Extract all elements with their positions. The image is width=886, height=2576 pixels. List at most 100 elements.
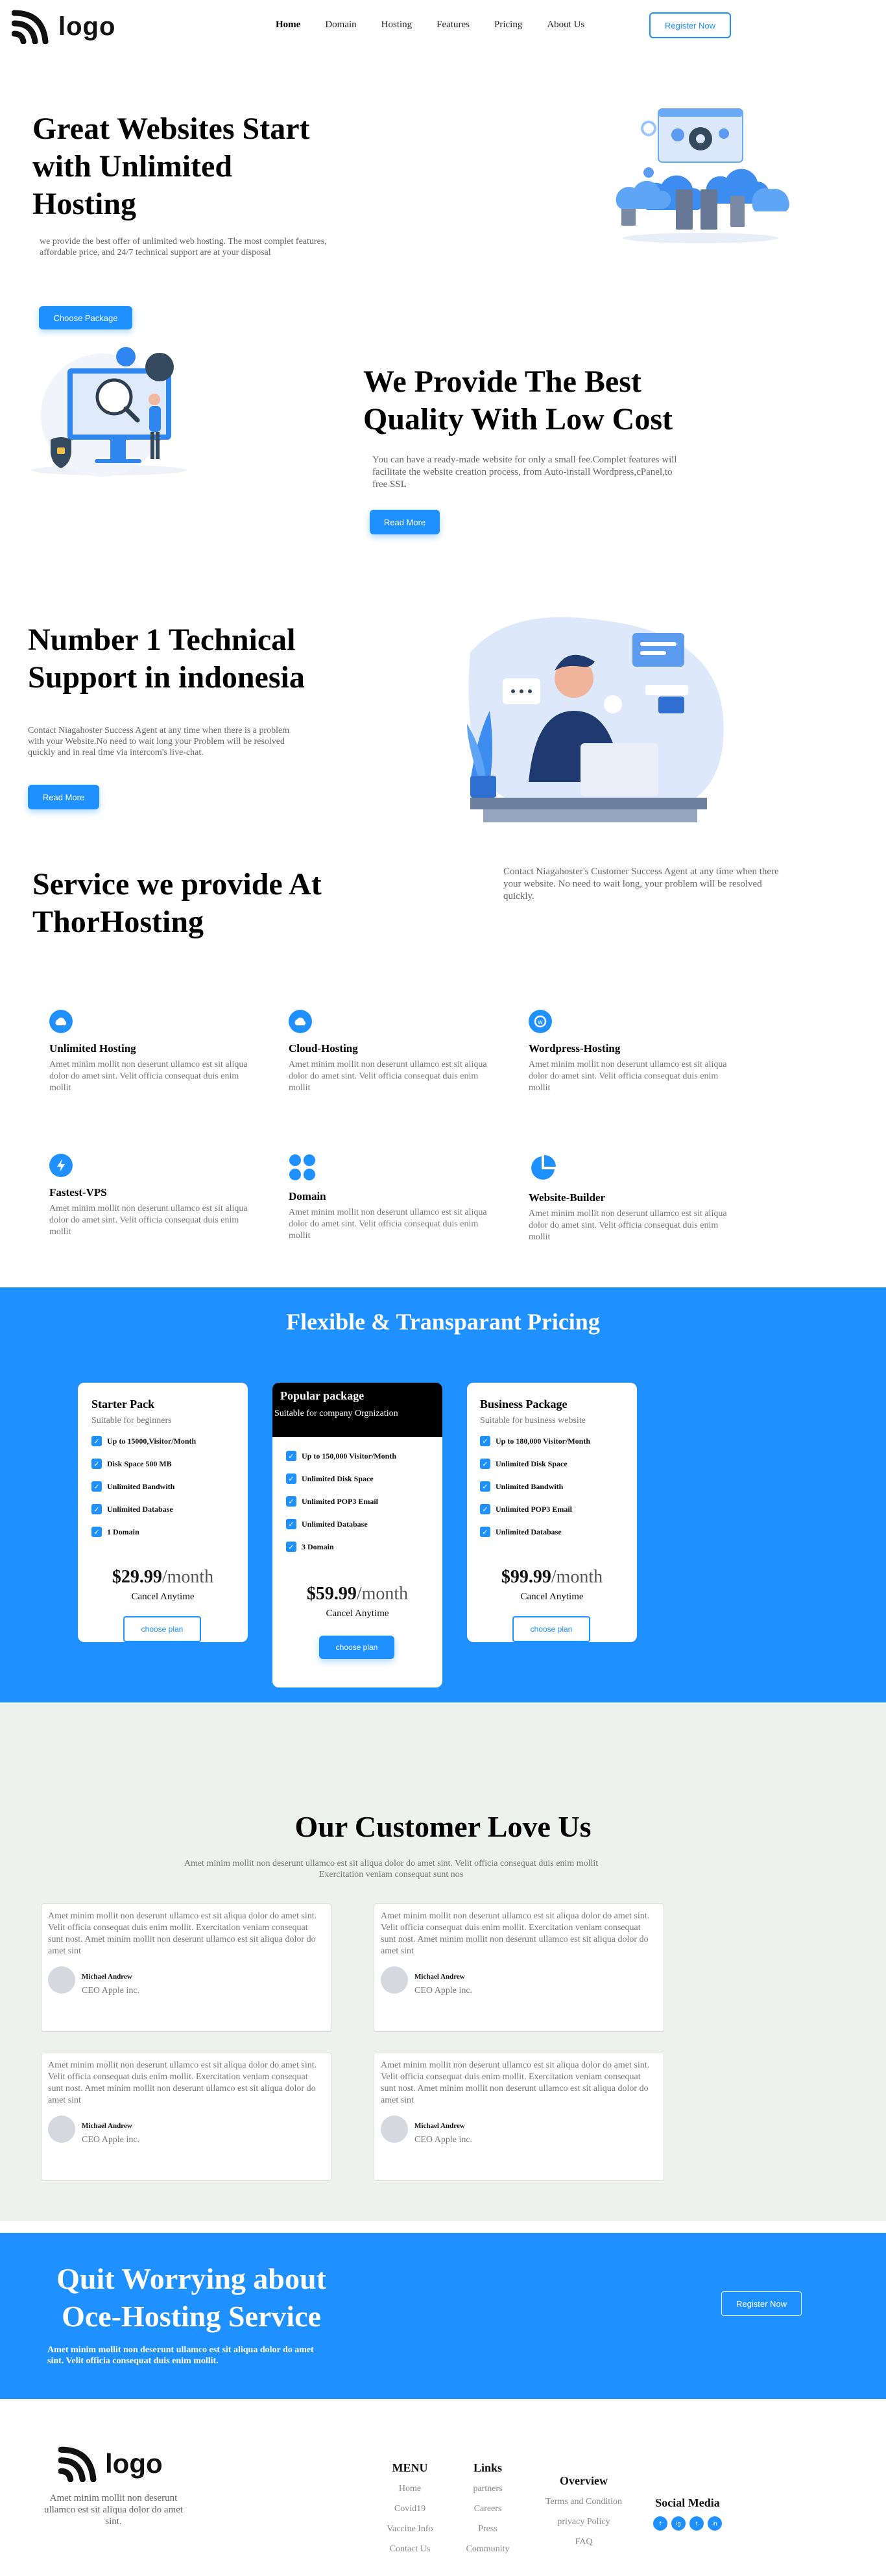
testimonial-name: Michael Andrew <box>414 2122 465 2130</box>
testimonials-title: Our Customer Love Us <box>294 1810 592 1843</box>
service-name: Cloud-Hosting <box>289 1042 358 1055</box>
lightning-icon <box>49 1154 73 1177</box>
testimonial-text: Amet minim mollit non deserunt ullamco e… <box>48 2060 317 2105</box>
hero-description: we provide the best offer of unlimited w… <box>40 237 327 257</box>
choose-plan-button[interactable]: choose plan <box>512 1616 590 1642</box>
quality-read-more-button[interactable]: Read More <box>370 510 440 534</box>
service-text: Amet minim mollit non deserunt ullamco e… <box>289 1208 487 1241</box>
footer-link[interactable]: Covid19 <box>384 2504 436 2514</box>
plan-card-popular: Popular package Suitable for company Org… <box>272 1383 442 1688</box>
checkbox-icon: ✓ <box>480 1481 490 1492</box>
feature-item: ✓ 1 Domain <box>91 1527 196 1537</box>
instagram-icon[interactable]: ig <box>671 2516 686 2531</box>
footer-link[interactable]: Terms and Condition <box>532 2497 636 2507</box>
nav-link-hosting[interactable]: Hosting <box>381 19 413 30</box>
testimonial-card: Amet minim mollit non deserunt ullamco e… <box>374 1903 664 2032</box>
feature-item: ✓ Unlimited Disk Space <box>480 1459 590 1469</box>
testimonial-card: Amet minim mollit non deserunt ullamco e… <box>41 1903 331 2032</box>
footer-link[interactable]: Careers <box>455 2504 520 2514</box>
feature-item: ✓ Unlimited Disk Space <box>286 1473 396 1484</box>
footer-link[interactable]: Home <box>384 2484 436 2494</box>
cta-title: Quit Worrying about Oce-Hosting Service <box>56 2262 326 2333</box>
footer-link[interactable]: Community <box>455 2544 520 2555</box>
feature-item: ✓ Unlimited POP3 Email <box>286 1496 396 1507</box>
avatar <box>381 1966 408 1994</box>
service-text: Amet minim mollit non deserunt ullamco e… <box>289 1060 487 1093</box>
testimonial-name: Michael Andrew <box>82 1973 132 1981</box>
avatar <box>48 1966 75 1994</box>
feature-item: ✓ Unlimited Bandwith <box>91 1481 196 1492</box>
plan-price: $29.99/month <box>112 1567 214 1587</box>
footer-link[interactable]: FAQ <box>532 2537 636 2547</box>
service-name: Domain <box>289 1190 326 1202</box>
choose-plan-button[interactable]: choose plan <box>123 1616 201 1642</box>
quality-title: We Provide The Best Quality With Low Cos… <box>363 364 673 436</box>
footer-logo-text: logo <box>105 2448 163 2479</box>
cta-text: Amet minim mollit non deserunt ullamco e… <box>47 2345 314 2366</box>
choose-package-button[interactable]: Choose Package <box>39 306 132 329</box>
service-text: Amet minim mollit non deserunt ullamco e… <box>49 1060 248 1093</box>
plan-cancel-note: Cancel Anytime <box>131 1592 195 1602</box>
plan-card-business: Business Package Suitable for business w… <box>467 1383 637 1642</box>
services-title: Service we provide At ThorHosting <box>32 867 322 939</box>
nav-link-features[interactable]: Features <box>437 19 470 30</box>
nav-link-home[interactable]: Home <box>276 19 300 30</box>
quality-description: You can have a ready-made website for on… <box>372 455 677 490</box>
facebook-icon[interactable]: f <box>653 2516 667 2531</box>
checkbox-icon: ✓ <box>91 1459 102 1469</box>
feature-item: ✓ Up to 15000,Visitor/Month <box>91 1436 196 1446</box>
nav-link-domain[interactable]: Domain <box>325 19 356 30</box>
service-card-wordpress-hosting: w Wordpress-Hosting Amet minim mollit no… <box>529 1010 730 1094</box>
plan-subtitle: Suitable for company Orgnization <box>274 1409 398 1418</box>
service-name: Wordpress-Hosting <box>529 1042 621 1055</box>
top-navbar: logo Home Domain Hosting Features Pricin… <box>0 0 886 53</box>
service-name: Website-Builder <box>529 1191 606 1204</box>
checkbox-icon: ✓ <box>480 1504 490 1514</box>
logo[interactable]: logo <box>12 9 115 44</box>
footer-overview-column: Overview Terms and Condition privacy Pol… <box>532 2474 636 2557</box>
testimonial-card: Amet minim mollit non deserunt ullamco e… <box>41 2053 331 2181</box>
checkbox-icon: ✓ <box>91 1504 102 1514</box>
service-text: Amet minim mollit non deserunt ullamco e… <box>49 1204 248 1237</box>
testimonial-role: CEO Apple inc. <box>414 1986 473 1996</box>
avatar <box>48 2116 75 2143</box>
feature-item: ✓ Up to 150,000 Visitor/Month <box>286 1451 396 1461</box>
nav-link-pricing[interactable]: Pricing <box>494 19 522 30</box>
linkedin-icon[interactable]: in <box>708 2516 722 2531</box>
footer-link[interactable]: Contact Us <box>384 2544 436 2555</box>
nav-link-about[interactable]: About Us <box>547 19 584 30</box>
plan-price: $59.99/month <box>306 1584 409 1604</box>
checkbox-icon: ✓ <box>480 1436 490 1446</box>
service-name: Fastest-VPS <box>49 1186 107 1199</box>
feature-item: ✓ Unlimited Database <box>91 1504 196 1514</box>
checkbox-icon: ✓ <box>91 1481 102 1492</box>
footer-link[interactable]: Press <box>455 2524 520 2534</box>
pricing-section: Flexible & Transparant Pricing Starter P… <box>0 1287 886 1702</box>
footer-social-column: Social Media f ig t in <box>645 2496 730 2531</box>
cta-register-button[interactable]: Register Now <box>721 2291 802 2316</box>
checkbox-icon: ✓ <box>286 1542 296 1552</box>
footer-social-title: Social Media <box>655 2496 720 2509</box>
register-now-button[interactable]: Register Now <box>649 12 731 38</box>
plan-name: Starter Pack <box>91 1398 155 1411</box>
feature-item: ✓ 3 Domain <box>286 1542 396 1552</box>
feature-item: ✓ Up to 180,000 Visitor/Month <box>480 1436 590 1446</box>
footer-link[interactable]: partners <box>455 2484 520 2494</box>
footer: logo Amet minim mollit non deserunt ulla… <box>0 2399 886 2576</box>
avatar <box>381 2116 408 2143</box>
footer-link[interactable]: privacy Policy <box>532 2517 636 2527</box>
pie-chart-icon <box>529 1154 557 1182</box>
plan-features: ✓ Up to 180,000 Visitor/Month ✓ Unlimited … <box>480 1436 590 1549</box>
plan-cancel-note: Cancel Anytime <box>326 1608 389 1619</box>
service-card-domain: Domain Amet minim mollit non deserunt ul… <box>289 1154 490 1242</box>
testimonial-role: CEO Apple inc. <box>82 1986 140 1996</box>
twitter-icon[interactable]: t <box>689 2516 704 2531</box>
feature-item: ✓ Unlimited POP3 Email <box>480 1504 590 1514</box>
footer-logo[interactable]: logo <box>58 2446 163 2482</box>
support-read-more-button[interactable]: Read More <box>28 785 99 809</box>
plan-card-starter: Starter Pack Suitable for beginners ✓ Up … <box>78 1383 248 1642</box>
choose-plan-button[interactable]: choose plan <box>319 1636 394 1659</box>
checkbox-icon: ✓ <box>91 1527 102 1537</box>
pricing-title: Flexible & Transparant Pricing <box>286 1309 600 1335</box>
footer-link[interactable]: Vaccine Info <box>384 2524 436 2534</box>
